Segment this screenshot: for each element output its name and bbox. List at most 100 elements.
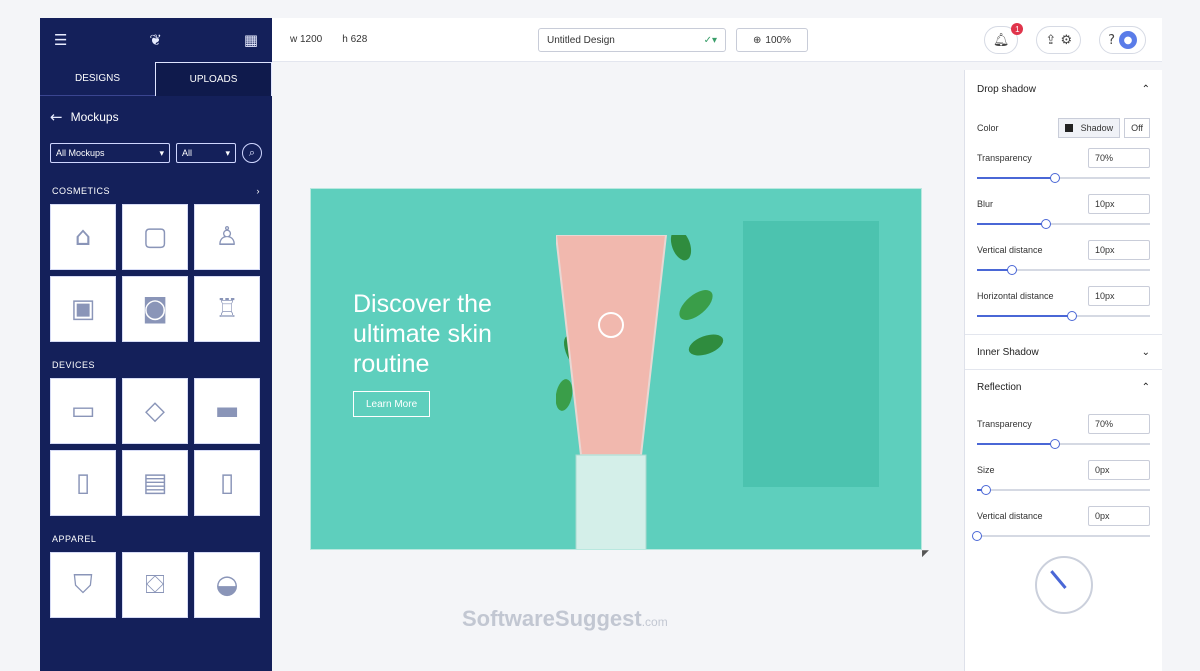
mockup-type-select[interactable]: All ▾ xyxy=(176,143,236,163)
mockup-thumb-phone[interactable]: ▯ xyxy=(50,450,116,516)
section-header-cosmetics[interactable]: COSMETICS › xyxy=(40,178,272,204)
back-arrow-icon[interactable]: ← xyxy=(50,108,63,126)
slider-knob[interactable] xyxy=(1006,265,1017,275)
menu-icon[interactable]: ☰ xyxy=(54,31,67,49)
zoom-select[interactable]: ⊕ 100% xyxy=(736,28,808,52)
mockup-thumb-box[interactable]: ▣ xyxy=(50,276,116,342)
section-label: DEVICES xyxy=(52,360,96,370)
property-label: Transparency xyxy=(977,419,1032,429)
shadow-off-button[interactable]: Off xyxy=(1124,118,1150,138)
slider-knob[interactable] xyxy=(980,485,991,495)
cloud-check-icon: ✓▾ xyxy=(703,34,717,46)
property-slider[interactable] xyxy=(977,484,1150,496)
property-row: Transparency 70% xyxy=(977,414,1150,434)
shadow-on-button[interactable]: Shadow xyxy=(1057,118,1121,138)
mockup-category-select[interactable]: All Mockups ▾ xyxy=(50,143,170,163)
property-input[interactable]: 70% xyxy=(1088,414,1150,434)
mockup-thumb-browser[interactable]: ▤ xyxy=(122,450,188,516)
property-slider[interactable] xyxy=(977,218,1150,230)
property-input[interactable]: 10px xyxy=(1088,194,1150,214)
property-slider[interactable] xyxy=(972,530,1150,542)
mockup-thumb-monitor[interactable]: ▬ xyxy=(194,378,260,444)
design-name-field[interactable]: Untitled Design ✓▾ xyxy=(538,28,726,52)
tab-uploads[interactable]: UPLOADS xyxy=(155,62,272,96)
canvas-height[interactable]: h 628 xyxy=(342,34,367,45)
mockup-thumb-tablet[interactable]: ◇ xyxy=(122,378,188,444)
notifications-button[interactable]: 🔔︎ 1 xyxy=(983,23,1024,54)
slider-knob[interactable] xyxy=(972,531,982,541)
property-input[interactable]: 10px xyxy=(1088,286,1150,306)
watermark: SoftwareSuggest.com xyxy=(462,606,668,632)
shadow-toggle: Shadow Off xyxy=(1057,118,1150,138)
section-header-apparel[interactable]: APPAREL xyxy=(40,526,272,552)
property-slider[interactable] xyxy=(977,172,1150,184)
grid-icon[interactable]: ▦ xyxy=(244,31,258,49)
color-label: Color xyxy=(977,123,999,133)
expand-icon[interactable]: ⌄ xyxy=(1142,347,1150,358)
property-input[interactable]: 70% xyxy=(1088,148,1150,168)
toggle-on-label: Shadow xyxy=(1080,123,1114,133)
property-row: Horizontal distance 10px xyxy=(977,286,1150,306)
design-canvas[interactable]: Discover the ultimate skin routine Learn… xyxy=(310,188,922,550)
chevron-down-icon: ▾ xyxy=(225,147,230,158)
property-slider[interactable] xyxy=(977,438,1150,450)
chevron-right-icon: › xyxy=(256,186,260,196)
product-tube-image[interactable] xyxy=(556,235,726,550)
cosmetics-grid: ⌂ ▢ ♙ ▣ ◙ ♖ xyxy=(40,204,272,342)
slider-knob[interactable] xyxy=(1049,439,1060,449)
mockup-thumb-laptop[interactable]: ▭ xyxy=(50,378,116,444)
property-slider[interactable] xyxy=(977,310,1150,322)
sidebar-header: ☰ ❦ ▦ xyxy=(40,18,272,62)
property-input[interactable]: 0px xyxy=(1088,460,1150,480)
canvas-rectangle[interactable] xyxy=(743,221,879,487)
property-label: Blur xyxy=(977,199,994,209)
mockup-thumb-tote[interactable]: ⛋ xyxy=(122,552,188,618)
angle-needle[interactable] xyxy=(1049,570,1067,589)
angle-dial[interactable] xyxy=(1034,556,1093,614)
collapse-icon[interactable]: ⌃ xyxy=(1142,382,1150,393)
canvas-size: w 1200 h 628 xyxy=(272,34,367,45)
canvas-width[interactable]: w 1200 xyxy=(290,34,322,45)
slider-track[interactable] xyxy=(977,489,1150,491)
property-row: Size 0px xyxy=(977,460,1150,480)
slider-fill xyxy=(977,177,1055,179)
slider-knob[interactable] xyxy=(1049,173,1060,183)
resize-handle-icon[interactable]: ◤ xyxy=(922,548,929,559)
avatar: ● xyxy=(1119,31,1137,49)
mockup-thumb-pump[interactable]: ♖ xyxy=(194,276,260,342)
property-slider[interactable] xyxy=(977,264,1150,276)
property-input[interactable]: 10px xyxy=(1088,240,1150,260)
drop-shadow-header[interactable]: Drop shadow ⌃ xyxy=(977,70,1150,108)
slider-knob[interactable] xyxy=(1067,311,1078,321)
mockup-thumb-tshirt[interactable]: ⛉ xyxy=(50,552,116,618)
canvas-headline[interactable]: Discover the ultimate skin routine xyxy=(353,289,553,379)
color-row: Color Shadow Off xyxy=(977,118,1150,138)
tube-body xyxy=(556,235,668,456)
search-icon[interactable]: ⌕ xyxy=(242,143,262,163)
logo-icon[interactable]: ❦ xyxy=(149,31,162,49)
zoom-value: 100% xyxy=(765,34,791,46)
reflection-header[interactable]: Reflection ⌃ xyxy=(977,370,1150,404)
mockup-thumb-mobile[interactable]: ▯ xyxy=(194,450,260,516)
mockup-thumb-tube[interactable]: ⌂ xyxy=(50,204,116,270)
mockup-thumb-bottle[interactable]: ♙ xyxy=(194,204,260,270)
section-title: Reflection xyxy=(977,381,1022,393)
share-button[interactable]: ⇪ ⚙ xyxy=(1036,26,1082,54)
share-icon: ⇪ xyxy=(1045,32,1057,48)
collapse-icon[interactable]: ⌃ xyxy=(1142,84,1150,95)
inner-shadow-header[interactable]: Inner Shadow ⌄ xyxy=(977,335,1150,369)
tab-designs[interactable]: DESIGNS xyxy=(40,62,155,96)
section-header-devices[interactable]: DEVICES xyxy=(40,352,272,378)
devices-grid: ▭ ◇ ▬ ▯ ▤ ▯ xyxy=(40,378,272,516)
zoom-icon: ⊕ xyxy=(753,34,762,46)
color-swatch[interactable] xyxy=(1064,124,1073,132)
property-input[interactable]: 0px xyxy=(1088,506,1150,526)
canvas-cta-button[interactable]: Learn More xyxy=(353,391,431,417)
mockup-thumb-pot[interactable]: ◙ xyxy=(122,276,188,342)
mockup-thumb-jar[interactable]: ▢ xyxy=(122,204,188,270)
slider-knob[interactable] xyxy=(1041,219,1052,229)
settings-icon: ⚙ xyxy=(1060,32,1073,48)
account-button[interactable]: ? ● xyxy=(1099,26,1146,54)
mockup-thumb-cap[interactable]: ◒ xyxy=(194,552,260,618)
slider-track[interactable] xyxy=(977,535,1150,537)
